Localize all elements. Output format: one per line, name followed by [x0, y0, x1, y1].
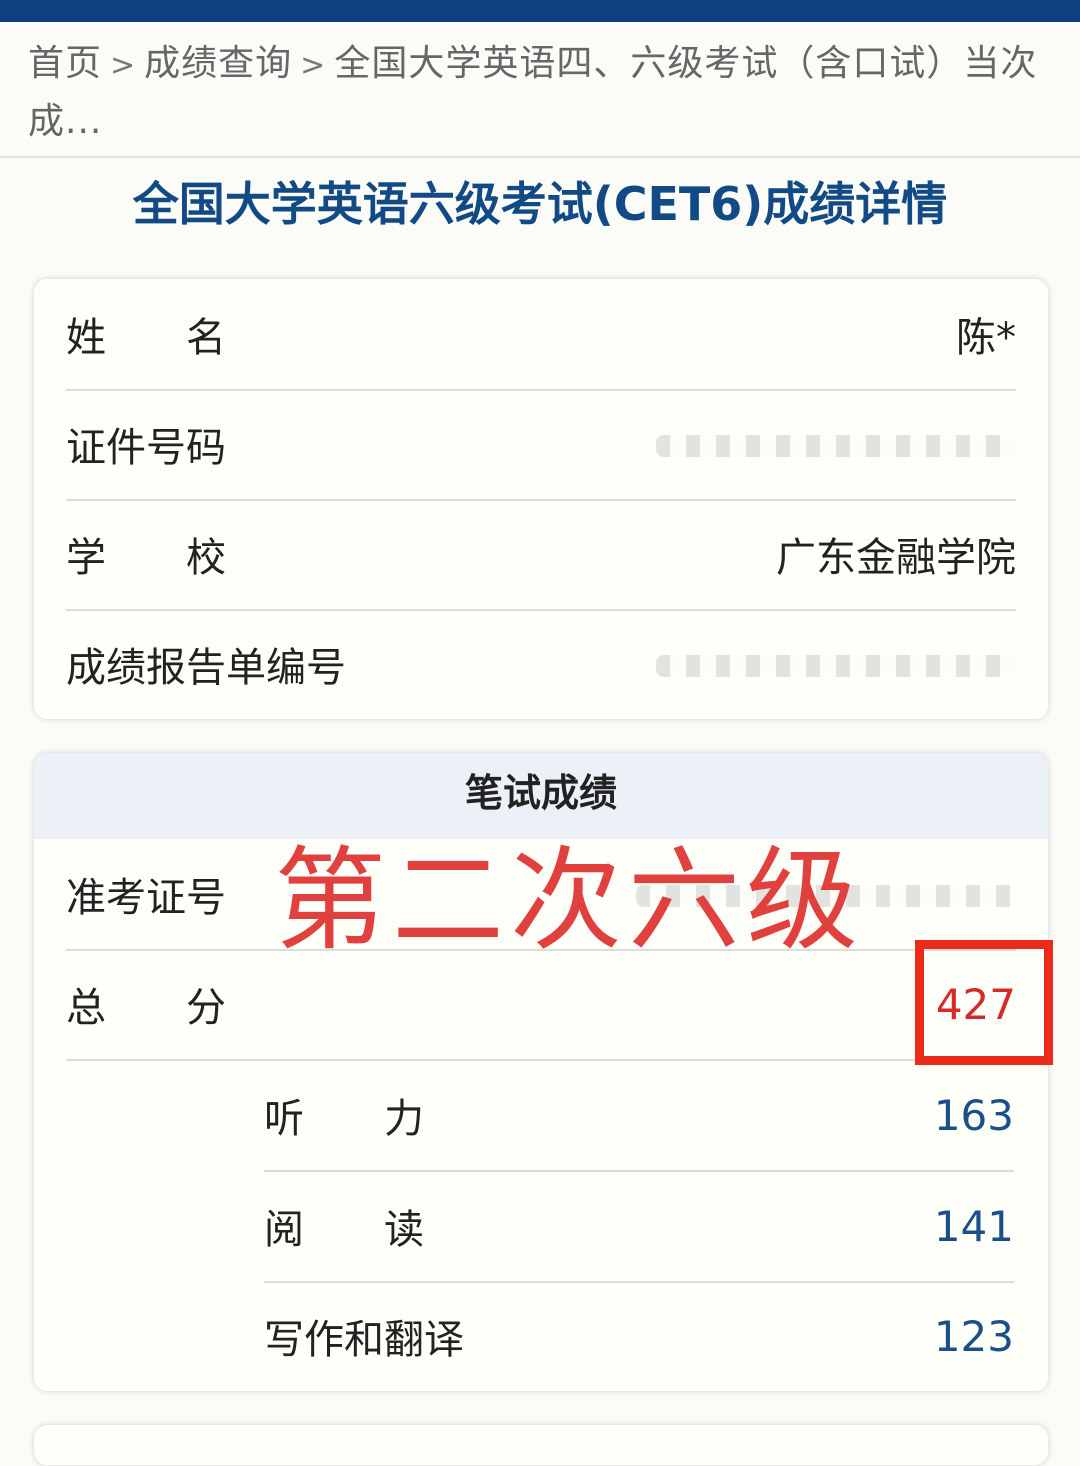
page-title: 全国大学英语六级考试(CET6)成绩详情	[132, 177, 948, 231]
school-row: 学 校 广东金融学院	[66, 499, 1016, 611]
writing-translation-label: 写作和翻译	[264, 1317, 464, 1363]
id-number-row: 证件号码	[66, 389, 1016, 501]
id-number-redacted	[656, 421, 1016, 467]
candidate-info-card: 姓 名 陈* 证件号码 学 校 广东金融学院 成绩报告单编号	[33, 278, 1049, 720]
breadcrumb-home-link[interactable]: 首页	[28, 43, 102, 84]
report-number-label: 成绩报告单编号	[66, 645, 346, 691]
reading-label: 阅 读	[264, 1207, 424, 1253]
listening-label: 听 力	[264, 1096, 424, 1142]
reading-score: 141	[933, 1201, 1014, 1251]
name-value: 陈*	[956, 315, 1016, 361]
name-label: 姓 名	[66, 315, 226, 361]
breadcrumb-separator: >	[300, 48, 327, 83]
listening-score: 163	[933, 1090, 1014, 1140]
written-score-header: 笔试成绩	[34, 753, 1048, 839]
breadcrumb-divider	[0, 156, 1080, 158]
listening-row: 听 力 163	[264, 1060, 1014, 1172]
top-bar	[0, 0, 1080, 22]
reading-row: 阅 读 141	[264, 1171, 1014, 1283]
total-score-label: 总 分	[66, 985, 226, 1031]
name-row: 姓 名 陈*	[66, 279, 1016, 391]
breadcrumb-score-query-link[interactable]: 成绩查询	[144, 43, 292, 84]
breadcrumb-separator: >	[110, 48, 137, 83]
breadcrumb: 首页 > 成绩查询 > 全国大学英语四、六级考试（含口试）当次成...	[28, 36, 1058, 150]
ticket-number-label: 准考证号	[66, 875, 226, 921]
report-number-row: 成绩报告单编号	[66, 609, 1016, 719]
writing-translation-score: 123	[933, 1311, 1014, 1361]
id-number-label: 证件号码	[66, 425, 226, 471]
school-value: 广东金融学院	[776, 535, 1016, 581]
total-score-highlight-box	[915, 940, 1053, 1065]
next-section-card	[33, 1424, 1049, 1466]
school-label: 学 校	[66, 535, 226, 581]
annotation-overlay-text: 第二次六级	[274, 838, 864, 963]
report-number-redacted	[656, 641, 1016, 687]
writing-translation-row: 写作和翻译 123	[264, 1281, 1014, 1391]
